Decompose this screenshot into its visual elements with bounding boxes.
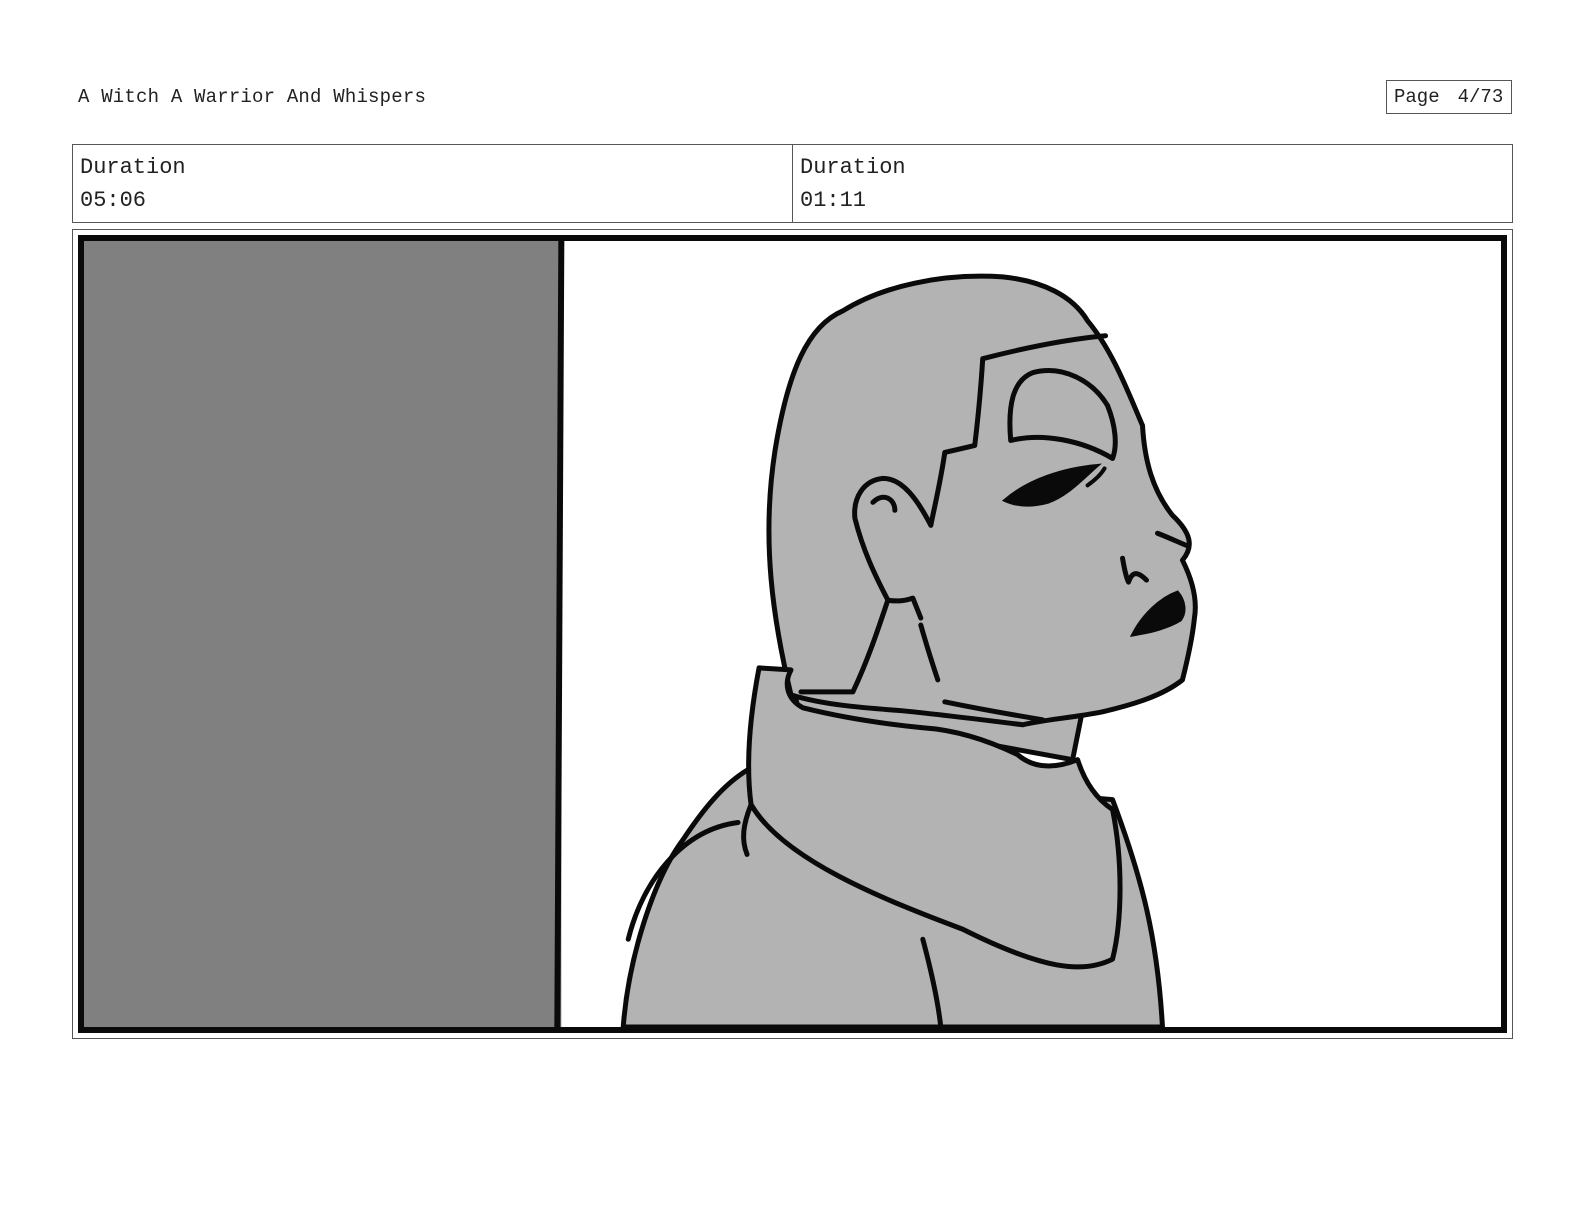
duration-label: Duration xyxy=(80,155,186,180)
duration-label: Duration xyxy=(800,155,906,180)
wall-edge xyxy=(554,241,565,1027)
storyboard-sketch xyxy=(84,241,1198,1027)
duration-cell-1: Duration 05:06 xyxy=(73,145,792,222)
character-head xyxy=(766,273,1198,728)
page-indicator: Page 4/73 xyxy=(1386,80,1512,114)
wall-shape xyxy=(84,241,562,1027)
duration-value: 01:11 xyxy=(800,188,867,213)
duration-value: 05:06 xyxy=(80,188,147,213)
duration-row: Duration 05:06 Duration 01:11 xyxy=(72,144,1513,223)
page-label: Page xyxy=(1394,86,1440,108)
storyboard-panel xyxy=(78,235,1507,1033)
character-figure xyxy=(620,273,1198,1027)
duration-cell-2: Duration 01:11 xyxy=(792,145,1512,222)
page-number: 4/73 xyxy=(1457,86,1504,108)
project-title: A Witch A Warrior And Whispers xyxy=(78,86,427,108)
storyboard-frame xyxy=(72,229,1513,1039)
